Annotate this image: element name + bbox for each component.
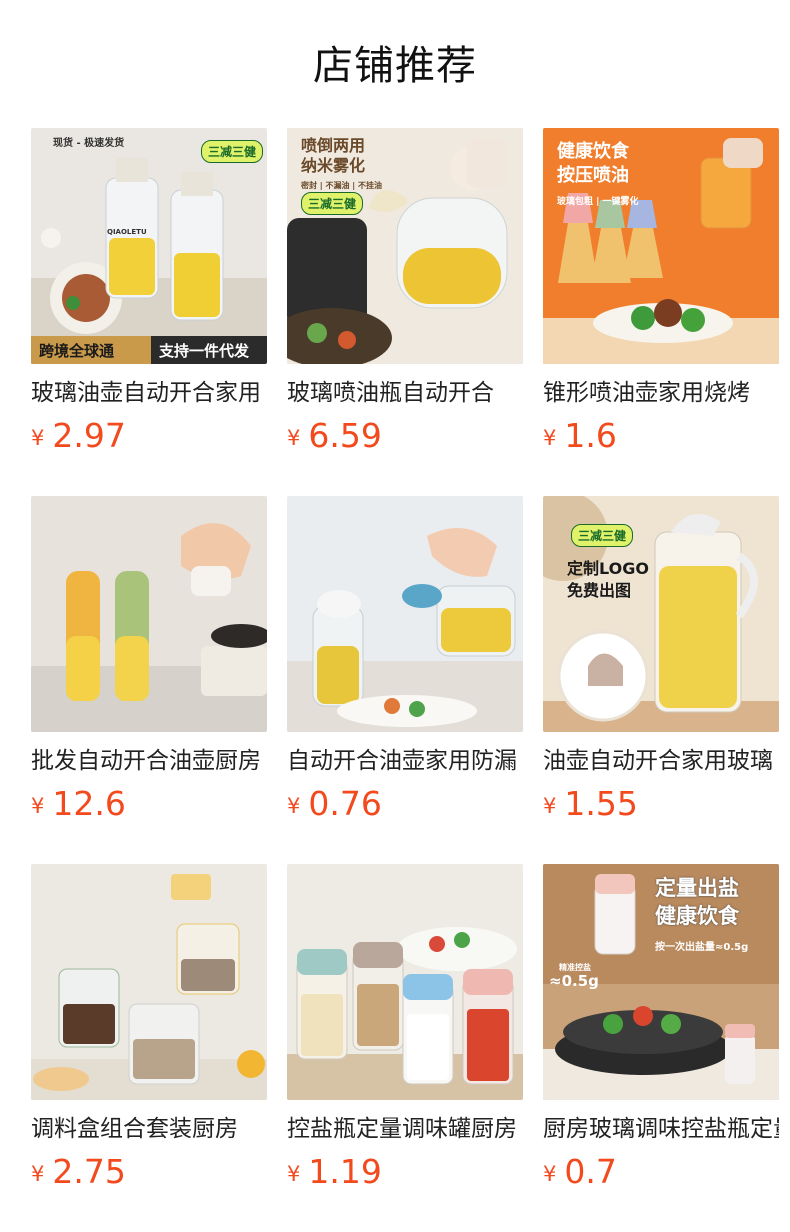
product-image[interactable] [31,864,267,1100]
product-card[interactable]: 三减三健 定制LOGO 免费出图 油壶自动开合家用玻璃 ¥1.55 [543,496,779,836]
product-image[interactable]: 喷倒两用 纳米雾化 密封 | 不漏油 | 不挂油 三减三健 [287,128,523,364]
salt-control-jars-photo [287,864,523,1100]
image-headline: 定量出盐 健康饮食 [655,876,739,928]
image-amount: ≈0.5g [549,972,599,990]
product-image[interactable]: 三减三健 定制LOGO 免费出图 [543,496,779,732]
product-card[interactable]: 现货 - 极速发货 三减三健 QIAOLETU 跨境全球通 支持一件代发 玻璃油… [31,128,267,468]
image-banner-left: 跨境全球通 [39,342,115,360]
product-name[interactable]: 批发自动开合油壶厨房 [31,744,267,778]
image-tag: 三减三健 [301,192,364,215]
currency-symbol: ¥ [287,794,301,818]
product-card[interactable]: 喷倒两用 纳米雾化 密封 | 不漏油 | 不挂油 三减三健 玻璃喷油瓶自动开合 … [287,128,523,468]
image-badge-text: 现货 - 极速发货 [53,138,125,149]
price-value: 0.76 [308,784,382,823]
image-subtext: 玻璃包粗 | 一键雾化 [557,197,639,207]
product-card[interactable]: 定量出盐 健康饮食 按一次出盐量≈0.5g 精准控盐 ≈0.5g 厨房玻璃调味控… [543,864,779,1204]
price-value: 1.19 [308,1152,382,1191]
currency-symbol: ¥ [287,1162,301,1186]
product-name[interactable]: 油壶自动开合家用玻璃 [543,744,779,778]
image-brand-text: QIAOLETU [107,228,147,236]
image-headline: 喷倒两用 纳米雾化 [301,136,366,175]
image-headline: 健康饮食 按压喷油 [557,141,629,186]
currency-symbol: ¥ [31,1162,45,1186]
price-value: 12.6 [52,784,126,823]
currency-symbol: ¥ [543,1162,557,1186]
price-value: 6.59 [308,416,382,455]
product-price: ¥1.19 [287,1152,382,1196]
product-price: ¥12.6 [31,784,126,828]
oil-bottle-photo [31,128,267,364]
product-image[interactable] [287,864,523,1100]
currency-symbol: ¥ [31,794,45,818]
product-card[interactable]: 控盐瓶定量调味罐厨房 ¥1.19 [287,864,523,1204]
image-subtext: 按一次出盐量≈0.5g [655,942,749,953]
product-image[interactable]: 定量出盐 健康饮食 按一次出盐量≈0.5g 精准控盐 ≈0.5g [543,864,779,1100]
product-image[interactable]: 现货 - 极速发货 三减三健 QIAOLETU 跨境全球通 支持一件代发 [31,128,267,364]
product-name[interactable]: 控盐瓶定量调味罐厨房 [287,1112,523,1146]
product-price: ¥1.55 [543,784,638,828]
auto-open-oil-pot-photo [287,496,523,732]
image-banner-right: 支持一件代发 [159,342,250,360]
product-price: ¥0.7 [543,1152,617,1196]
product-price: ¥0.76 [287,784,382,828]
product-name[interactable]: 锥形喷油壶家用烧烤 [543,376,779,410]
product-price: ¥6.59 [287,416,382,460]
product-name[interactable]: 自动开合油壶家用防漏 [287,744,523,778]
product-name[interactable]: 玻璃油壶自动开合家用 [31,376,267,410]
image-subtext: 密封 | 不漏油 | 不挂油 [301,181,382,190]
price-value: 2.97 [52,416,126,455]
product-card[interactable]: 调料盒组合套装厨房 ¥2.75 [31,864,267,1204]
currency-symbol: ¥ [543,426,557,450]
seasoning-box-photo [31,864,267,1100]
price-value: 0.7 [564,1152,617,1191]
product-image[interactable] [287,496,523,732]
image-tag: 三减三健 [571,524,634,547]
image-headline: 定制LOGO 免费出图 [567,559,649,600]
price-value: 2.75 [52,1152,126,1191]
product-name[interactable]: 玻璃喷油瓶自动开合 [287,376,523,410]
product-name[interactable]: 调料盒组合套装厨房 [31,1112,267,1146]
product-card[interactable]: 批发自动开合油壶厨房 ¥12.6 [31,496,267,836]
image-tag: 三减三健 [201,140,264,163]
product-price: ¥2.97 [31,416,126,460]
currency-symbol: ¥ [287,426,301,450]
price-value: 1.55 [564,784,638,823]
product-image[interactable] [31,496,267,732]
currency-symbol: ¥ [543,794,557,818]
product-image[interactable]: 健康饮食 按压喷油 玻璃包粗 | 一键雾化 [543,128,779,364]
product-price: ¥1.6 [543,416,617,460]
currency-symbol: ¥ [31,426,45,450]
product-price: ¥2.75 [31,1152,126,1196]
product-name[interactable]: 厨房玻璃调味控盐瓶定量 [543,1112,779,1146]
oil-pot-kitchen-photo [31,496,267,732]
price-value: 1.6 [564,416,617,455]
product-grid: 现货 - 极速发货 三减三健 QIAOLETU 跨境全球通 支持一件代发 玻璃油… [0,0,790,1232]
product-card[interactable]: 健康饮食 按压喷油 玻璃包粗 | 一键雾化 锥形喷油壶家用烧烤 ¥1.6 [543,128,779,468]
product-card[interactable]: 自动开合油壶家用防漏 ¥0.76 [287,496,523,836]
